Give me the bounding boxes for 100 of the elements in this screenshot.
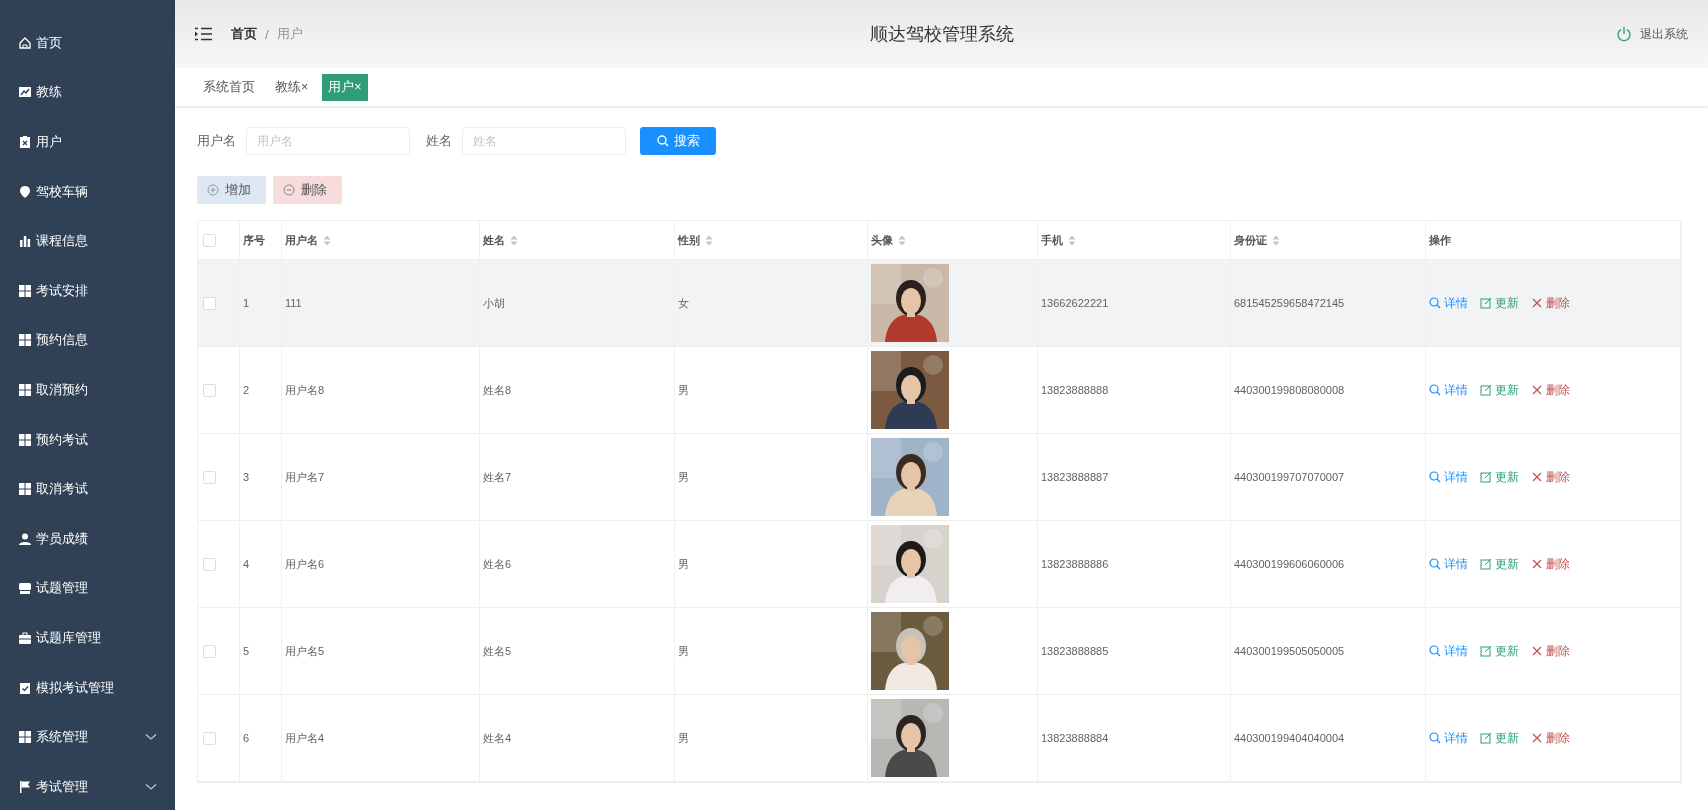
add-button[interactable]: 增加	[197, 176, 266, 204]
cross-icon	[1531, 558, 1543, 570]
update-link[interactable]: 更新	[1480, 381, 1519, 399]
table-row[interactable]: 5 用户名5 姓名5 男 13823888885 440300199505050005 详情 更新 删除	[198, 608, 1681, 695]
sort-icon	[1068, 234, 1076, 246]
table-cell: 男	[678, 556, 689, 572]
sidebar-item[interactable]: 预约考试	[0, 414, 175, 465]
sidebar-item[interactable]: 用户	[0, 117, 175, 167]
update-link[interactable]: 更新	[1480, 729, 1519, 747]
delete-link[interactable]: 删除	[1531, 555, 1570, 573]
table-cell: 用户名4	[285, 730, 325, 746]
sidebar-item[interactable]: 教练	[0, 67, 175, 118]
table-cell: 男	[678, 730, 689, 746]
column-header[interactable]: 用户名	[285, 232, 331, 248]
update-link[interactable]: 更新	[1480, 468, 1519, 486]
table-cell: 5	[243, 645, 250, 657]
table-cell: 681545259658472145	[1234, 297, 1345, 309]
update-link[interactable]: 更新	[1480, 555, 1519, 573]
column-header[interactable]: 序号	[243, 232, 265, 248]
row-checkbox[interactable]	[203, 383, 216, 397]
breadcrumb-item[interactable]: 首页	[231, 25, 257, 43]
table-cell: 姓名5	[483, 643, 512, 659]
minus-circle-icon	[283, 184, 295, 196]
sidebar-item[interactable]: 课程信息	[0, 216, 175, 266]
tab[interactable]: 教练×	[269, 73, 315, 101]
edit-icon	[1480, 645, 1492, 657]
sidebar-item[interactable]: 取消考试	[0, 464, 175, 514]
sidebar-item[interactable]: 考试安排	[0, 265, 175, 316]
edit-icon	[1480, 732, 1492, 744]
row-checkbox[interactable]	[203, 470, 216, 484]
sidebar-item[interactable]: 预约信息	[0, 315, 175, 366]
delete-button[interactable]: 删除	[273, 176, 342, 204]
table-cell: 男	[678, 643, 689, 659]
sidebar-item[interactable]: 取消预约	[0, 365, 175, 415]
row-checkbox[interactable]	[203, 731, 216, 745]
column-header[interactable]: 操作	[1429, 232, 1451, 248]
magnifier-icon	[1429, 471, 1441, 483]
table-cell: 13823888884	[1041, 732, 1109, 744]
table-cell: 1	[243, 297, 250, 309]
table-cell: 用户名8	[285, 382, 325, 398]
delete-link[interactable]: 删除	[1531, 642, 1570, 660]
table-cell: 440300199606060006	[1234, 558, 1345, 570]
column-header[interactable]: 头像	[871, 232, 906, 248]
table-cell: 13823888886	[1041, 558, 1109, 570]
table-cell: 4	[243, 558, 250, 570]
column-header[interactable]: 姓名	[483, 232, 518, 248]
sidebar-item[interactable]: 试题库管理	[0, 613, 175, 663]
select-all-checkbox[interactable]	[203, 233, 216, 247]
table-row[interactable]: 6 用户名4 姓名4 男 13823888884 440300199404040004 详情 更新 删除	[198, 695, 1681, 782]
menu-toggle-button[interactable]	[195, 27, 213, 41]
table-cell: 姓名4	[483, 730, 512, 746]
edit-icon	[1480, 558, 1492, 570]
logout-button[interactable]: 退出系统	[1616, 25, 1688, 43]
bar-chart-icon	[18, 234, 32, 249]
delete-link[interactable]: 删除	[1531, 468, 1570, 486]
row-checkbox[interactable]	[203, 557, 216, 571]
tab[interactable]: 系统首页	[197, 73, 261, 101]
search-field[interactable]: 用户名	[246, 127, 410, 155]
home-icon	[18, 35, 32, 50]
table-cell: 13823888887	[1041, 471, 1109, 483]
table-cell: 姓名8	[483, 382, 512, 398]
table-row[interactable]: 3 用户名7 姓名7 男 13823888887 440300199707070007 详情 更新 删除	[198, 434, 1681, 521]
sidebar-item[interactable]: 首页	[0, 18, 175, 68]
delete-link[interactable]: 删除	[1531, 294, 1570, 312]
cross-icon	[1531, 297, 1543, 309]
table-cell: 男	[678, 382, 689, 398]
power-icon	[1616, 26, 1632, 42]
sidebar-item[interactable]: 驾校车辆	[0, 166, 175, 217]
delete-link[interactable]: 删除	[1531, 381, 1570, 399]
table-row[interactable]: 1 111 小胡 女 13662622221 681545259658472145 详情 更新 删除	[198, 260, 1681, 347]
sidebar-item[interactable]: 考试管理	[0, 761, 175, 810]
user-icon	[18, 531, 32, 546]
row-checkbox[interactable]	[203, 296, 216, 310]
sort-icon	[705, 234, 713, 246]
column-header[interactable]: 手机	[1041, 232, 1076, 248]
sidebar-item[interactable]: 模拟考试管理	[0, 662, 175, 713]
magnifier-icon	[1429, 732, 1441, 744]
delete-link[interactable]: 删除	[1531, 729, 1570, 747]
table-cell: 用户名6	[285, 556, 325, 572]
table-row[interactable]: 4 用户名6 姓名6 男 13823888886 440300199606060006 详情 更新 删除	[198, 521, 1681, 608]
table-row[interactable]: 2 用户名8 姓名8 男 13823888888 440300199808080008 详情 更新 删除	[198, 347, 1681, 434]
update-link[interactable]: 更新	[1480, 642, 1519, 660]
sidebar-item[interactable]: 试题管理	[0, 563, 175, 614]
magnifier-icon	[1429, 384, 1441, 396]
search-icon	[656, 135, 669, 147]
column-header[interactable]: 身份证	[1234, 232, 1280, 248]
row-checkbox[interactable]	[203, 644, 216, 658]
field-label: 姓名	[426, 132, 452, 150]
search-field[interactable]: 姓名	[462, 127, 626, 155]
column-header[interactable]: 性别	[678, 232, 713, 248]
table-cell: 3	[243, 471, 250, 483]
edit-icon	[1480, 297, 1492, 309]
table-cell: 111	[285, 297, 302, 309]
table-cell: 13823888885	[1041, 645, 1109, 657]
table-cell: 440300199505050005	[1234, 645, 1345, 657]
grid-icon	[18, 333, 32, 348]
table-cell: 女	[678, 295, 689, 311]
sidebar-item[interactable]: 系统管理	[0, 712, 175, 762]
sidebar-item[interactable]: 学员成绩	[0, 513, 175, 564]
sort-icon	[1272, 234, 1280, 246]
